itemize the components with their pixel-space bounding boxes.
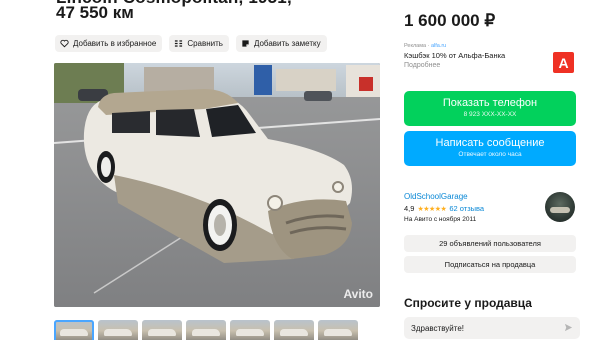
price: 1 600 000 ₽: [404, 11, 496, 30]
ask-seller-title: Спросите у продавца: [404, 296, 532, 310]
ad-domain[interactable]: alfa.ru: [431, 43, 446, 49]
add-note-button[interactable]: Добавить заметку: [235, 35, 327, 52]
car-photo-image: [54, 63, 380, 307]
write-message-button[interactable]: Написать сообщение Отвечает около часа: [404, 131, 576, 166]
note-label: Добавить заметку: [253, 39, 321, 48]
ad-label: Реклама · alfa.ru: [404, 43, 447, 49]
thumbnail[interactable]: [54, 320, 94, 340]
compare-button[interactable]: Сравнить: [169, 35, 229, 52]
compare-icon: [175, 40, 183, 47]
photo-thumbnails: [54, 320, 358, 340]
thumbnail[interactable]: [318, 320, 358, 340]
seller-avatar[interactable]: [545, 192, 575, 222]
add-to-favorites-button[interactable]: Добавить в избранное: [55, 35, 163, 52]
thumbnail[interactable]: [142, 320, 182, 340]
rating-value: 4,9: [404, 204, 415, 213]
compare-label: Сравнить: [187, 39, 223, 48]
ad-label-text: Реклама: [404, 43, 427, 49]
heart-icon: [60, 39, 69, 48]
listing-mileage: 47 550 км: [56, 3, 134, 22]
ad-more-link[interactable]: Подробнее: [404, 62, 576, 69]
alfa-bank-logo: А: [553, 52, 574, 73]
seller-card: OldSchoolGarage 4,9 ★★★★★ 62 отзыва На А…: [404, 192, 576, 226]
main-photo[interactable]: Avito: [54, 63, 380, 307]
reply-time: Отвечает около часа: [458, 151, 522, 158]
listing-actions: Добавить в избранное Сравнить Добавить з…: [55, 35, 327, 52]
thumbnail[interactable]: [186, 320, 226, 340]
note-icon: [242, 40, 249, 47]
write-message-label: Написать сообщение: [435, 137, 545, 149]
thumbnail[interactable]: [274, 320, 314, 340]
avito-watermark: Avito: [343, 287, 373, 301]
ask-message-input[interactable]: Здравствуйте!: [404, 317, 580, 339]
thumbnail[interactable]: [230, 320, 270, 340]
seller-ads-button[interactable]: 29 объявлений пользователя: [404, 235, 576, 252]
send-icon[interactable]: [564, 323, 573, 332]
favorite-label: Добавить в избранное: [73, 39, 157, 48]
ad-text: Кэшбэк 10% от Альфа-Банка: [404, 51, 506, 60]
ask-message-text: Здравствуйте!: [411, 323, 465, 333]
show-phone-label: Показать телефон: [442, 97, 538, 109]
show-phone-button[interactable]: Показать телефон 8 923 XXX-XX-XX: [404, 91, 576, 126]
reviews-link[interactable]: 62 отзыва: [449, 204, 484, 213]
phone-masked: 8 923 XXX-XX-XX: [463, 111, 517, 118]
subscribe-seller-button[interactable]: Подписаться на продавца: [404, 256, 576, 273]
thumbnail[interactable]: [98, 320, 138, 340]
ad-banner[interactable]: Реклама · alfa.ru Кэшбэк 10% от Альфа-Ба…: [404, 43, 576, 73]
star-icons: ★★★★★: [417, 205, 447, 213]
